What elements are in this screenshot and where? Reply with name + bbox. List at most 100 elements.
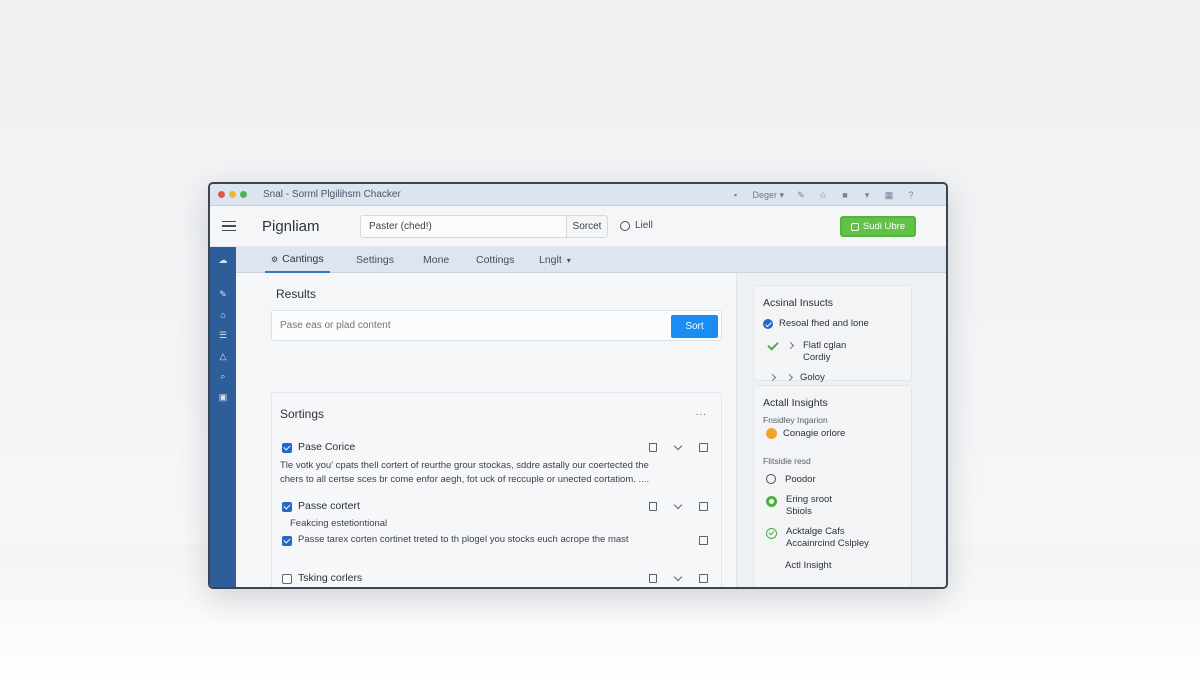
app-body: ☁ ✎ ⌂ ☰ △ ⌕ ▣ ⚙ Cantings Settings Mone C…: [210, 247, 946, 587]
cta-button[interactable]: Sudi Ubre: [840, 216, 916, 237]
sortings-heading: Sortings: [280, 407, 325, 421]
cta-label: Sudi Ubre: [862, 221, 906, 232]
tab-lnglt[interactable]: Lnglt ▾: [539, 247, 571, 273]
comment-icon[interactable]: [697, 441, 709, 453]
trash-icon[interactable]: [647, 500, 659, 512]
chevron-down-icon: ▾: [566, 255, 571, 265]
insight-label: Goloy: [800, 372, 825, 383]
star-icon[interactable]: ☆: [818, 190, 828, 200]
tab-label: Lnglt: [539, 254, 562, 266]
tab-bar: ⚙ Cantings Settings Mone Cottings Lnglt …: [236, 247, 946, 273]
document-icon[interactable]: ▪: [730, 190, 740, 200]
title-bar: Snal - Sorml Plgilihsm Chacker ▪ Deger ▾…: [210, 184, 946, 206]
insight-item[interactable]: Poodor: [766, 474, 816, 486]
card-heading: Actall Insights: [763, 397, 828, 409]
insight-item[interactable]: Goloy: [768, 372, 825, 384]
box-icon[interactable]: ▣: [217, 391, 229, 403]
warning-circle-icon: [766, 428, 777, 439]
insight-item[interactable]: Resoal fhed and lone: [763, 318, 869, 330]
insights-card: Actall Insights Fnsidley Ingarion Conagi…: [753, 385, 912, 587]
pencil-icon[interactable]: ✎: [796, 190, 806, 200]
circle-icon: [766, 474, 776, 484]
toolbar-dropdown-label: Deger: [752, 189, 777, 200]
tab-cottings[interactable]: Cottings: [476, 247, 515, 273]
comment-icon[interactable]: [697, 500, 709, 512]
comment-icon[interactable]: [697, 534, 709, 546]
app-header: Pignliam Sorcet Liell Sudi Ubre: [210, 206, 946, 247]
row-checkbox[interactable]: [282, 443, 292, 453]
section-label: Flitsidie resd: [763, 456, 811, 466]
search-button[interactable]: Sorcet: [566, 215, 608, 238]
insight-item[interactable]: Actl Insight: [785, 560, 831, 572]
status-circle-icon: [766, 496, 777, 507]
insight-label: Flatl cglan: [803, 340, 847, 351]
tab-mone[interactable]: Mone: [423, 247, 449, 273]
window-title: Snal - Sorml Plgilihsm Chacker: [263, 189, 401, 200]
home-icon[interactable]: ⌂: [217, 309, 229, 321]
checkmark-icon: [767, 339, 779, 351]
chevron-down-icon[interactable]: [672, 441, 684, 453]
insight-label: Actl Insight: [785, 560, 832, 571]
insight-label: Acktalge Cafs: [786, 526, 845, 537]
grid-icon[interactable]: ▦: [884, 190, 894, 200]
insight-label: Cordiy: [803, 352, 831, 363]
row-subtext: Feakcing estetiontional: [290, 518, 388, 529]
lock-icon: [850, 222, 859, 231]
help-circle-icon: [620, 220, 630, 231]
more-options-icon[interactable]: ...: [696, 407, 707, 418]
toolbar-dropdown[interactable]: Deger ▾: [752, 190, 784, 201]
trash-icon[interactable]: [647, 572, 659, 584]
list-icon[interactable]: ☰: [217, 329, 229, 341]
search-input[interactable]: [360, 215, 566, 238]
search-icon[interactable]: ⌕: [217, 370, 229, 382]
menu-icon[interactable]: [222, 220, 236, 232]
minimize-window-button[interactable]: [229, 191, 236, 198]
pencil-icon[interactable]: ✎: [217, 288, 229, 300]
chevron-right-icon: [786, 341, 795, 350]
insight-label: Accainrcind Cslpley: [786, 538, 869, 549]
app-window: Snal - Sorml Plgilihsm Chacker ▪ Deger ▾…: [208, 182, 948, 589]
row-title: Tsking corlers: [298, 572, 363, 584]
bell-icon[interactable]: △: [217, 350, 229, 362]
results-heading: Results: [276, 287, 317, 301]
tab-settings[interactable]: Settings: [356, 247, 394, 273]
help-icon[interactable]: ?: [906, 190, 916, 200]
insight-item[interactable]: Flatl cglan Cordiy: [767, 339, 847, 364]
insight-item[interactable]: Conagie orlore: [766, 428, 845, 440]
row-checkbox[interactable]: [282, 536, 292, 546]
chevron-down-icon[interactable]: ▾: [862, 190, 872, 200]
trash-icon[interactable]: [647, 441, 659, 453]
row-subitem: Passe tarex corten cortinet treted to th…: [298, 534, 629, 545]
app-name: Pignliam: [262, 217, 320, 235]
insight-label: Resoal fhed and lone: [779, 318, 869, 329]
sortings-card: Sortings ... Pase Corice Tle votk you' c…: [271, 392, 722, 587]
briefcase-icon[interactable]: ■: [840, 190, 850, 200]
insight-label: Ering sroot: [786, 494, 832, 505]
titlebar-toolbar: ▪ Deger ▾ ✎ ☆ ■ ▾ ▦ ?: [730, 184, 916, 206]
chevron-down-icon[interactable]: [672, 500, 684, 512]
tab-cantings[interactable]: ⚙ Cantings: [265, 247, 330, 273]
row-checkbox[interactable]: [282, 574, 292, 584]
insights-panel: Acsinal Insucts Resoal fhed and lone Fla…: [736, 273, 946, 587]
insight-item[interactable]: Ering sroot Sbiols: [766, 494, 832, 518]
side-rail: ☁ ✎ ⌂ ☰ △ ⌕ ▣: [210, 247, 236, 587]
section-label: Fnsidley Ingarion: [763, 415, 828, 425]
paste-box: Sort: [271, 310, 722, 341]
row-checkbox[interactable]: [282, 502, 292, 512]
insight-label: Conagie orlore: [783, 428, 846, 439]
paste-content-input[interactable]: [280, 320, 650, 331]
insight-item[interactable]: Acktalge Cafs Accainrcind Cslpley: [766, 526, 869, 550]
row-description: chers to all certse sces br come enfor a…: [280, 474, 650, 485]
chevron-down-icon[interactable]: [672, 572, 684, 584]
close-window-button[interactable]: [218, 191, 225, 198]
card-heading: Acsinal Insucts: [763, 297, 834, 309]
row-title: Pase Corice: [298, 441, 356, 453]
insight-label: Poodor: [785, 474, 816, 485]
settings-icon: ⚙: [271, 254, 279, 264]
help-link[interactable]: Liell: [620, 220, 653, 231]
sort-button[interactable]: Sort: [671, 315, 718, 338]
check-circle-icon: [763, 319, 773, 329]
comment-icon[interactable]: [697, 572, 709, 584]
maximize-window-button[interactable]: [240, 191, 247, 198]
cloud-icon[interactable]: ☁: [217, 254, 229, 266]
